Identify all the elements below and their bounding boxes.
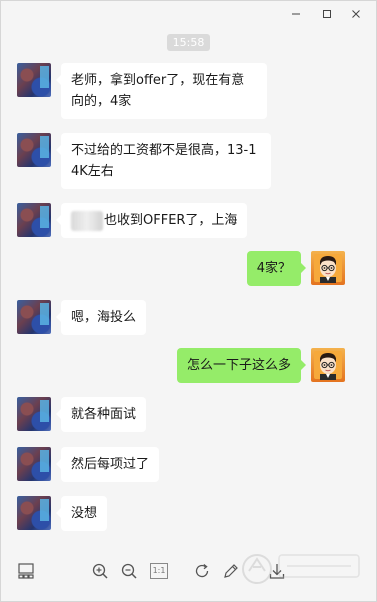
- message-row: 没想: [17, 496, 108, 531]
- message-row: 然后每项过了: [17, 447, 160, 482]
- message-bubble[interactable]: 4家？: [246, 251, 307, 286]
- maximize-button[interactable]: [316, 5, 338, 23]
- edit-icon: [224, 564, 238, 578]
- friend-avatar[interactable]: [17, 133, 51, 167]
- minimize-button[interactable]: [285, 5, 307, 23]
- my-avatar[interactable]: [311, 348, 345, 382]
- message-row: 就各种面试: [17, 397, 147, 432]
- message-row: 4家？: [246, 251, 345, 286]
- message-bubble[interactable]: 嗯，海投么: [55, 300, 147, 335]
- friend-avatar[interactable]: [17, 300, 51, 334]
- message-row: 老师，拿到offer了，现在有意向的，4家: [17, 63, 267, 119]
- minimize-icon: [292, 13, 300, 15]
- redacted-name: [71, 210, 103, 231]
- actual-size-button[interactable]: 1:1: [148, 560, 170, 582]
- message-bubble[interactable]: 没想: [55, 496, 108, 531]
- message-row: 也收到OFFER了，上海: [17, 203, 248, 238]
- download-button[interactable]: [266, 560, 288, 582]
- layout-button[interactable]: [15, 560, 37, 582]
- timestamp: 15:58: [166, 34, 211, 51]
- rotate-icon: [195, 563, 209, 578]
- cartoon-face-icon: [314, 351, 342, 380]
- actual-size-icon: 1:1: [150, 563, 168, 579]
- message-bubble[interactable]: 不过给的工资都不是很高，13-14K左右: [56, 133, 271, 189]
- title-bar: [1, 1, 376, 29]
- zoom-in-icon: [92, 563, 108, 579]
- close-button[interactable]: [345, 5, 367, 23]
- edit-button[interactable]: [220, 560, 242, 582]
- my-avatar[interactable]: [311, 251, 345, 285]
- message-row: 嗯，海投么: [17, 300, 147, 335]
- download-icon: [269, 564, 285, 579]
- message-bubble[interactable]: 也收到OFFER了，上海: [55, 203, 248, 238]
- message-bubble[interactable]: 就各种面试: [55, 397, 147, 432]
- friend-avatar[interactable]: [17, 203, 51, 237]
- rotate-button[interactable]: [191, 560, 213, 582]
- zoom-out-icon: [121, 563, 137, 579]
- cartoon-face-icon: [314, 254, 342, 283]
- actual-size-label: 1:1: [152, 566, 166, 575]
- message-bubble[interactable]: 然后每项过了: [55, 447, 160, 482]
- message-bubble[interactable]: 怎么一下子这么多: [176, 348, 307, 383]
- message-row: 不过给的工资都不是很高，13-14K左右: [17, 133, 271, 189]
- friend-avatar[interactable]: [17, 63, 51, 97]
- message-text: 也收到OFFER了，上海: [104, 213, 238, 228]
- message-bubble[interactable]: 老师，拿到offer了，现在有意向的，4家: [56, 63, 267, 119]
- friend-avatar[interactable]: [17, 397, 51, 431]
- message-row: 怎么一下子这么多: [176, 348, 345, 383]
- friend-avatar[interactable]: [17, 447, 51, 481]
- image-viewer-toolbar: 1:1: [1, 551, 376, 591]
- time-divider: 15:58: [1, 34, 376, 51]
- friend-avatar[interactable]: [17, 496, 51, 530]
- layout-icon: [18, 563, 34, 579]
- close-icon: [352, 10, 360, 18]
- maximize-icon: [323, 10, 331, 18]
- zoom-out-button[interactable]: [118, 560, 140, 582]
- zoom-in-button[interactable]: [89, 560, 111, 582]
